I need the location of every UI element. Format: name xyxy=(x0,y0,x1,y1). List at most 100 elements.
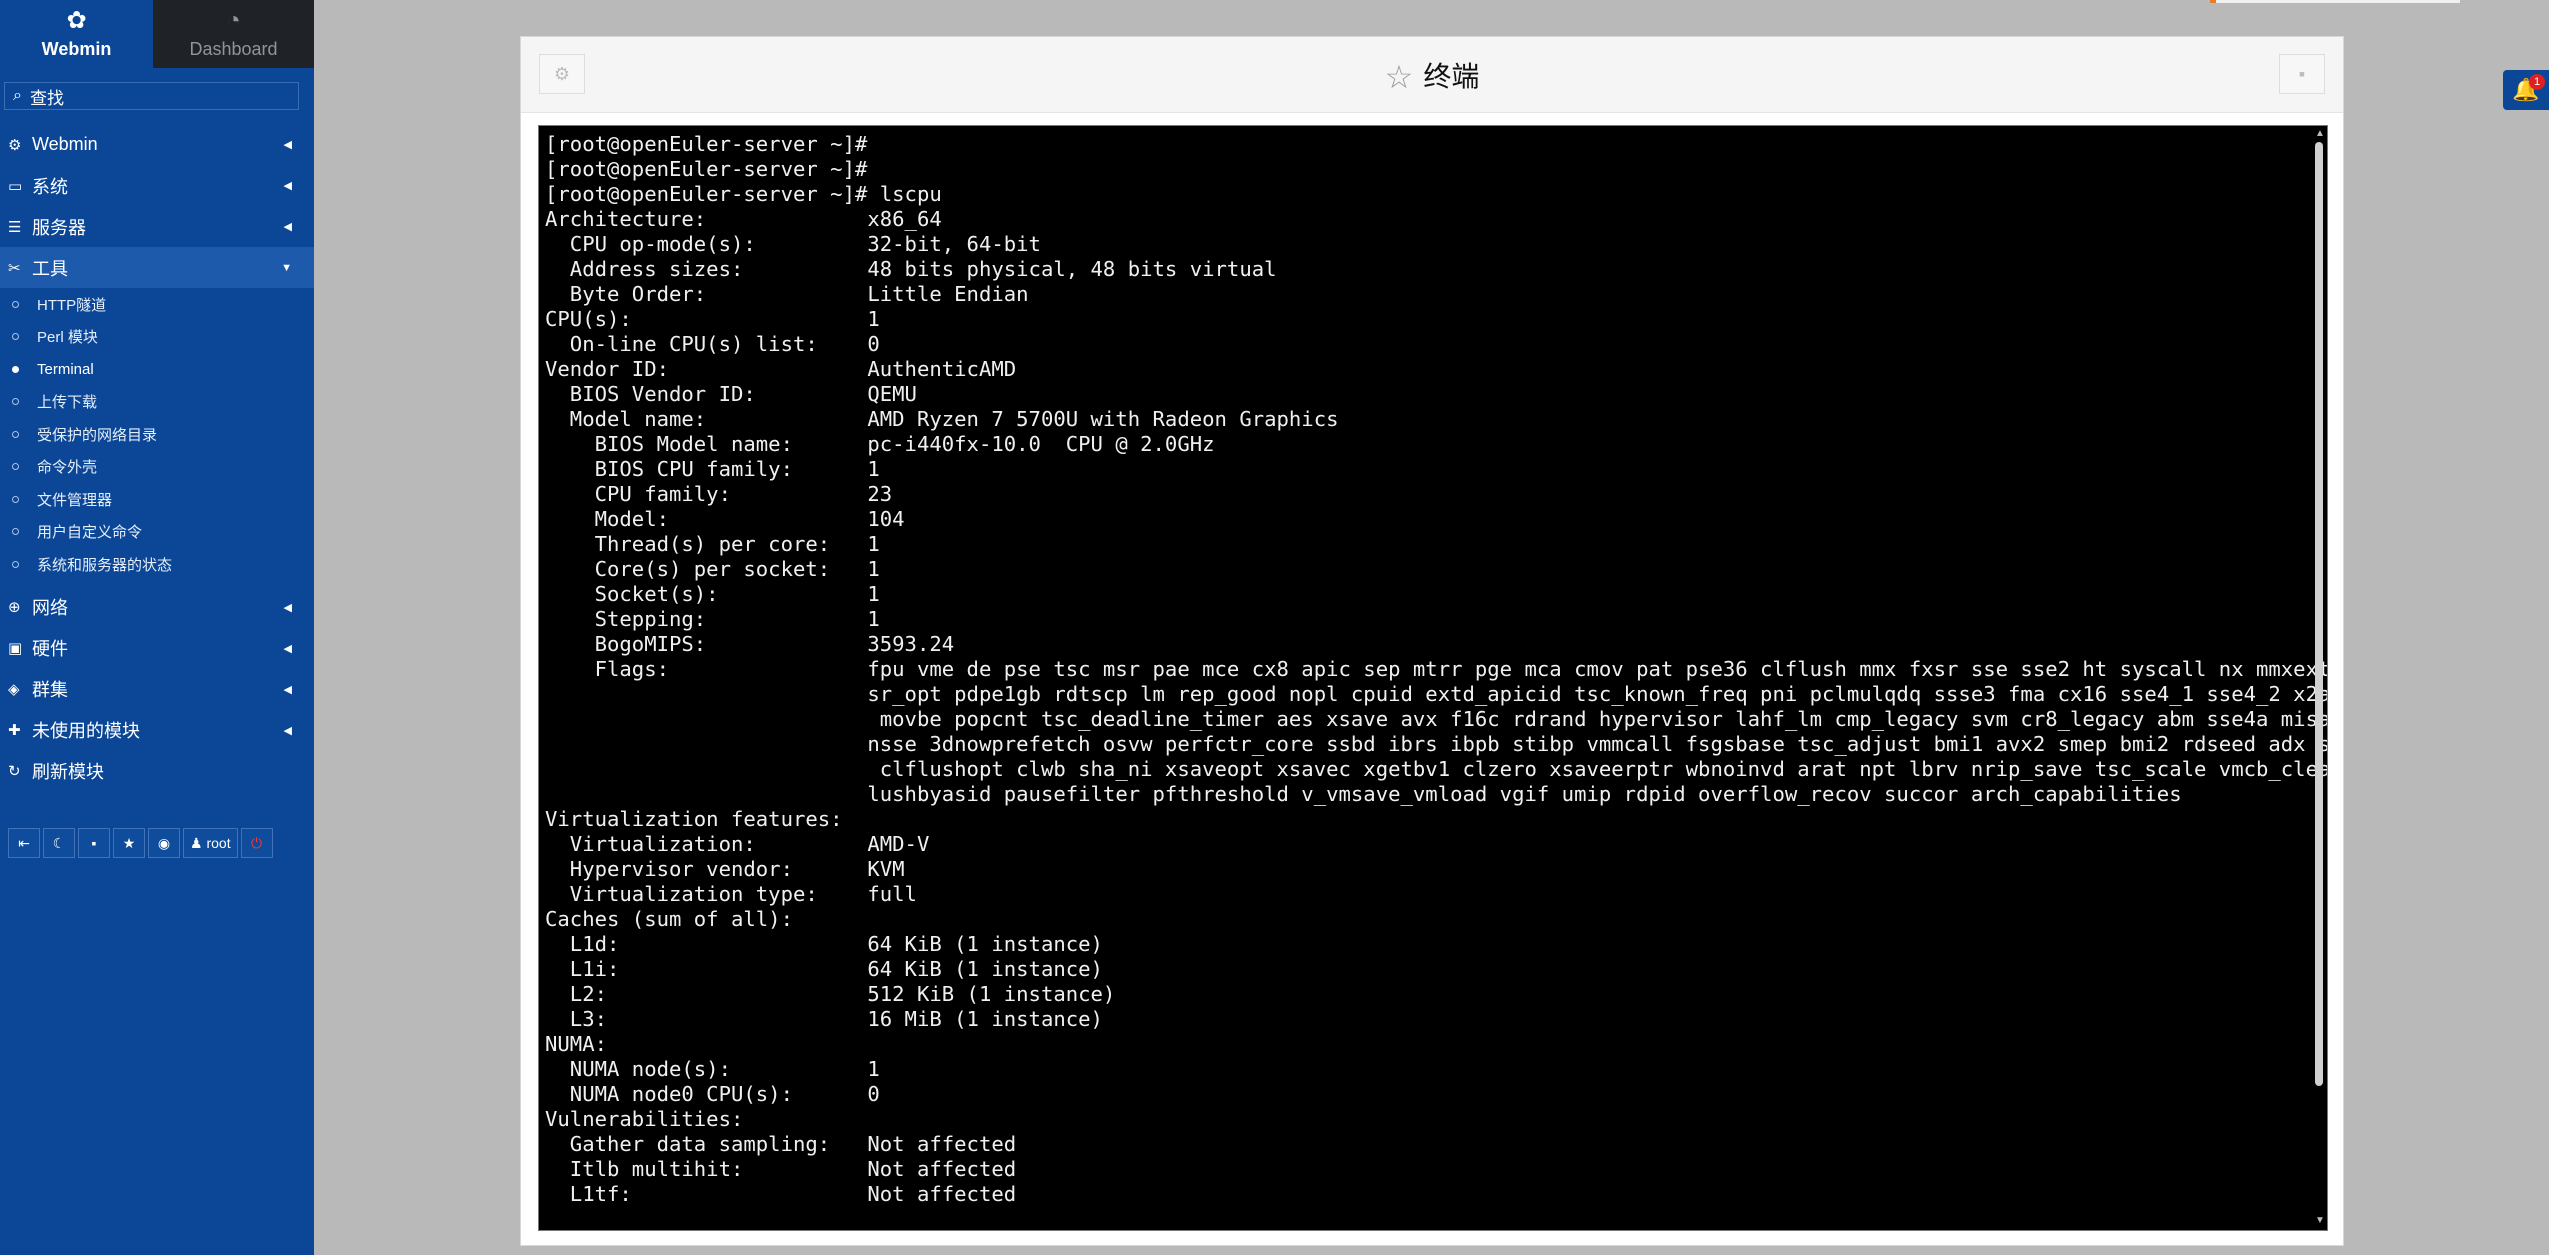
collapse-sidebar-button[interactable]: ⇤ xyxy=(8,828,40,858)
user-icon: ♟ xyxy=(190,834,203,851)
tools-submenu: HTTP隧道 Perl 模块 Terminal 上传下载 受保护的网络目录 命令… xyxy=(0,288,314,587)
tab-dashboard-label: Dashboard xyxy=(189,38,278,59)
terminal-line: NUMA: xyxy=(545,1032,607,1056)
submenu-item-perl-modules[interactable]: Perl 模块 xyxy=(0,321,314,354)
main-panel: ⚙ ☆ 终端 ▪ [root@openEuler-server ~]# [root@… xyxy=(520,36,2344,1246)
night-mode-button[interactable]: ☾ xyxy=(43,828,75,858)
bullet-icon xyxy=(12,333,19,341)
chevron-down-icon: ▼ xyxy=(281,261,292,274)
terminal-button[interactable]: ▪ xyxy=(78,828,110,858)
submenu-item-label: Terminal xyxy=(37,360,94,378)
sidebar-item-refresh-modules[interactable]: ↻ 刷新模块 xyxy=(0,751,314,792)
star-icon: ★ xyxy=(122,834,136,851)
terminal-line: L1d: 64 KiB (1 instance) xyxy=(545,932,1103,956)
terminal-line: L1tf: Not affected xyxy=(545,1182,1017,1206)
search-placeholder: 查找 xyxy=(29,88,64,108)
sidebar: ✿ Webmin ◔ Dashboard ⌕ 查找 ⚙ Webmin ◀ ▭ 系… xyxy=(0,0,314,1255)
wrench-icon: ✂ xyxy=(8,259,21,277)
submenu-item-label: 受保护的网络目录 xyxy=(37,426,158,444)
scroll-up-icon[interactable]: ▲ xyxy=(2315,128,2325,139)
user-button[interactable]: ♟ root xyxy=(183,828,238,858)
sidebar-item-label: 工具 xyxy=(32,258,68,279)
gear-icon: ⚙ xyxy=(8,136,22,154)
terminal-line: Flags: fpu vme de pse tsc msr pae mce cx… xyxy=(545,657,2328,681)
tab-webmin[interactable]: ✿ Webmin xyxy=(0,0,153,68)
page-title-text: 终端 xyxy=(1423,61,1480,92)
submenu-item-command-shell[interactable]: 命令外壳 xyxy=(0,451,314,484)
terminal-line: NUMA node0 CPU(s): 0 xyxy=(545,1082,880,1106)
terminal-output: [root@openEuler-server ~]# [root@openEule… xyxy=(545,132,2328,1207)
bullet-icon xyxy=(12,528,19,536)
logout-button[interactable]: ⏻ xyxy=(240,828,273,858)
terminal-line: Vendor ID: AuthenticAMD xyxy=(545,357,1017,381)
sidebar-item-unused-modules[interactable]: ✚ 未使用的模块 ◀ xyxy=(0,710,314,751)
submenu-item-label: HTTP隧道 xyxy=(37,296,107,314)
theme-button[interactable]: ◉ xyxy=(148,828,180,858)
sidebar-item-label: 服务器 xyxy=(32,217,86,238)
favorites-button[interactable]: ★ xyxy=(113,828,145,858)
terminal-window[interactable]: [root@openEuler-server ~]# [root@openEule… xyxy=(538,125,2328,1231)
terminal-line: lushbyasid pausefilter pfthreshold v_vms… xyxy=(545,782,2182,806)
chevron-left-icon: ◀ xyxy=(283,221,292,233)
bullet-icon xyxy=(12,495,19,503)
bullet-icon xyxy=(12,430,19,438)
sidebar-item-tools[interactable]: ✂ 工具 ▼ xyxy=(0,247,314,288)
terminal-line: [root@openEuler-server ~]# xyxy=(545,157,868,181)
sidebar-item-cluster[interactable]: ◈ 群集 ◀ xyxy=(0,669,314,710)
chevron-left-icon: ◀ xyxy=(283,724,292,737)
submenu-item-label: 命令外壳 xyxy=(37,459,98,477)
submenu-item-upload-download[interactable]: 上传下载 xyxy=(0,386,314,419)
sidebar-item-hardware[interactable]: ▣ 硬件 ◀ xyxy=(0,628,314,669)
scroll-thumb[interactable] xyxy=(2315,142,2323,1086)
tab-dashboard[interactable]: ◔ Dashboard xyxy=(153,0,314,68)
sidebar-item-servers[interactable]: ☰ 服务器 ◀ xyxy=(0,206,314,247)
bullet-icon xyxy=(12,463,19,471)
terminal-line: Caches (sum of all): xyxy=(545,907,793,931)
bullet-active-icon xyxy=(12,365,19,373)
top-progress-strip xyxy=(2210,0,2460,3)
palette-icon: ◉ xyxy=(157,834,171,851)
sidebar-top-tabs: ✿ Webmin ◔ Dashboard xyxy=(0,0,314,68)
terminal-icon: ▪ xyxy=(2298,63,2306,84)
network-icon: ⊕ xyxy=(8,599,21,616)
terminal-line: CPU op-mode(s): 32-bit, 64-bit xyxy=(545,232,1041,256)
submenu-item-file-manager[interactable]: 文件管理器 xyxy=(0,483,314,516)
puzzle-icon: ✚ xyxy=(8,722,21,739)
search-input[interactable]: ⌕ 查找 xyxy=(4,82,299,110)
refresh-icon: ↻ xyxy=(8,763,21,780)
terminal-line: Itlb multihit: Not affected xyxy=(545,1157,1017,1181)
terminal-scrollbar[interactable]: ▲ ▼ xyxy=(2311,126,2327,1230)
terminal-line: Hypervisor vendor: KVM xyxy=(545,857,905,881)
panel-header: ⚙ ☆ 终端 ▪ xyxy=(521,37,2343,113)
favorite-star-icon[interactable]: ☆ xyxy=(1385,59,1414,95)
submenu-item-terminal[interactable]: Terminal xyxy=(0,353,314,386)
submenu-item-http-tunnel[interactable]: HTTP隧道 xyxy=(0,288,314,321)
terminal-line: Byte Order: Little Endian xyxy=(545,282,1029,306)
notifications-button[interactable]: 🔔 1 xyxy=(2503,70,2549,110)
bullet-icon xyxy=(12,560,19,568)
chevron-left-icon: ◀ xyxy=(283,180,292,192)
sidebar-item-label: 刷新模块 xyxy=(32,762,104,782)
terminal-line: BIOS CPU family: 1 xyxy=(545,457,880,481)
submenu-item-system-status[interactable]: 系统和服务器的状态 xyxy=(0,548,314,581)
tab-webmin-label: Webmin xyxy=(41,38,112,59)
chevron-left-icon: ◀ xyxy=(283,139,292,151)
submenu-item-protected-dirs[interactable]: 受保护的网络目录 xyxy=(0,418,314,451)
bullet-icon xyxy=(12,300,19,308)
dashboard-icon: ◔ xyxy=(226,6,241,34)
sidebar-item-webmin[interactable]: ⚙ Webmin ◀ xyxy=(0,124,314,165)
terminal-line: Model: 104 xyxy=(545,507,905,531)
sidebar-item-system[interactable]: ▭ 系统 ◀ xyxy=(0,165,314,206)
cluster-icon: ◈ xyxy=(8,681,20,698)
submenu-item-label: 用户自定义命令 xyxy=(37,524,143,542)
sidebar-item-network[interactable]: ⊕ 网络 ◀ xyxy=(0,587,314,628)
submenu-item-custom-commands[interactable]: 用户自定义命令 xyxy=(0,516,314,549)
scroll-down-icon[interactable]: ▼ xyxy=(2315,1215,2325,1226)
open-terminal-button[interactable]: ▪ xyxy=(2279,54,2325,94)
user-name: root xyxy=(206,835,231,851)
submenu-item-label: 系统和服务器的状态 xyxy=(37,556,173,574)
sidebar-item-label: Webmin xyxy=(32,134,98,154)
server-icon: ☰ xyxy=(8,218,22,236)
terminal-line: CPU family: 23 xyxy=(545,482,893,506)
search-icon: ⌕ xyxy=(13,87,22,104)
